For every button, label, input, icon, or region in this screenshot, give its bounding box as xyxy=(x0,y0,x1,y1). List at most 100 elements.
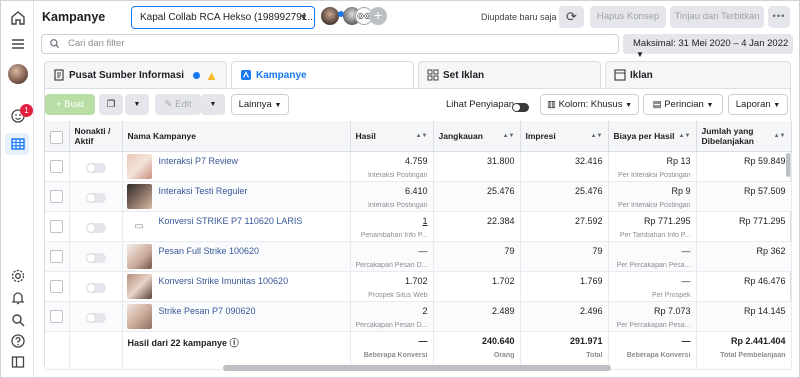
breakdown-label: Perincian xyxy=(664,99,704,110)
campaign-panel: + Buat ❐ ▼ ✎ Edit ▼ Lainnya ▼ Lihat Peny… xyxy=(44,88,792,370)
panel-toggle-icon[interactable] xyxy=(9,353,27,371)
sort-icon: ▲▼ xyxy=(415,133,428,139)
search-icon xyxy=(49,38,60,52)
row-checkbox[interactable] xyxy=(45,241,70,272)
table-row[interactable]: Interaksi P7 Review 4.759 Interaksi Posti… xyxy=(45,151,792,182)
add-collaborator-icon[interactable]: + xyxy=(369,7,387,25)
notification-badge: 1 xyxy=(20,104,33,117)
tab-campaigns[interactable]: Kampanye xyxy=(231,61,414,89)
row-checkbox[interactable] xyxy=(45,301,70,332)
search-icon[interactable] xyxy=(9,311,27,329)
duplicate-dropdown[interactable]: ▼ xyxy=(125,94,149,115)
chevron-down-icon: ▼ xyxy=(773,102,781,109)
table-row[interactable]: Pesan Full Strike 100620 — Percakapan Pes… xyxy=(45,241,792,272)
cost-type: Per Percakapan Pesa... xyxy=(616,261,691,269)
summary-cost: — xyxy=(681,335,691,346)
tab-ad-sets[interactable]: Set Iklan xyxy=(418,61,601,89)
cost-type: Per Prospek xyxy=(651,291,691,299)
reports-button[interactable]: Laporan ▼ xyxy=(728,94,788,115)
ad-thumbnail xyxy=(126,183,152,209)
columns-button[interactable]: ▥ Kolom: Khusus ▼ xyxy=(540,94,639,115)
discard-drafts-button[interactable]: Hapus Konsep xyxy=(590,6,666,28)
document-icon xyxy=(53,69,65,81)
account-selector[interactable]: Kapal Collab RCA Hekso (198992791... ▼ xyxy=(131,6,315,29)
tab-resource-center[interactable]: Pusat Sumber Informasi ▲ xyxy=(44,61,227,89)
select-all-checkbox[interactable] xyxy=(45,121,70,152)
campaign-name-link[interactable]: Interaksi Testi Reguler xyxy=(159,186,248,196)
search-input[interactable]: Cari dan filter xyxy=(41,34,619,54)
ad-thumbnail xyxy=(126,153,152,179)
settings-icon[interactable] xyxy=(9,267,27,285)
row-checkbox[interactable] xyxy=(45,271,70,302)
review-publish-button[interactable]: Tinjau dan Terbitkan xyxy=(670,6,764,28)
row-checkbox[interactable] xyxy=(45,181,70,212)
cost-value: Rp 7.073 xyxy=(653,305,691,316)
results-value[interactable]: 1 xyxy=(356,216,427,226)
more-button[interactable]: Lainnya ▼ xyxy=(231,94,289,115)
home-icon[interactable] xyxy=(9,9,27,27)
campaign-name-link[interactable]: Strike Pesan P7 090620 xyxy=(159,306,256,316)
summary-cost-type: Beberapa Konversi xyxy=(626,351,691,359)
create-button[interactable]: + Buat xyxy=(45,94,95,115)
column-header-spent[interactable]: Jumlah yang Dibelanjakan ▲▼ xyxy=(696,121,792,152)
row-toggle[interactable] xyxy=(69,151,123,182)
row-toggle[interactable] xyxy=(69,301,123,332)
campaign-name-link[interactable]: Pesan Full Strike 100620 xyxy=(159,246,260,256)
reach-value: 79 xyxy=(504,245,515,256)
horizontal-scrollbar[interactable] xyxy=(223,365,611,371)
cost-value: — xyxy=(681,275,691,286)
edit-dropdown[interactable]: ▼ xyxy=(201,94,225,115)
refresh-button[interactable]: ⟳ xyxy=(559,6,584,28)
column-label: Impresi xyxy=(525,130,556,141)
summary-label: Hasil dari 22 kampanye xyxy=(127,337,228,348)
edit-button[interactable]: ✎ Edit xyxy=(155,94,201,115)
table-row[interactable]: Konversi Strike Imunitas 100620 1.702 Pro… xyxy=(45,271,792,302)
column-header-name[interactable]: Nama Kampanye xyxy=(122,121,351,152)
vertical-scrollbar[interactable] xyxy=(786,153,790,177)
results-type: Percakapan Pesan D... xyxy=(355,261,428,269)
campaign-name-link[interactable]: Konversi Strike Imunitas 100620 xyxy=(159,276,289,286)
results-type: Interaksi Postingan xyxy=(367,171,428,179)
row-toggle[interactable] xyxy=(69,241,123,272)
column-header-results[interactable]: Hasil ▲▼ xyxy=(350,121,434,152)
column-header-cost[interactable]: Biaya per Hasil ▲▼ xyxy=(608,121,697,152)
table-row[interactable]: Interaksi Testi Reguler 6.410 Interaksi P… xyxy=(45,181,792,212)
column-header-toggle[interactable]: Nonakti / Aktif xyxy=(69,121,123,152)
table-icon[interactable] xyxy=(9,135,27,153)
table-row[interactable]: ▭ Konversi STRIKE P7 110620 LARIS 1 Penamb… xyxy=(45,211,792,242)
column-label: Jangkauan xyxy=(438,130,483,141)
row-checkbox[interactable] xyxy=(45,211,70,242)
duplicate-button[interactable]: ❐ xyxy=(99,94,123,115)
avatar[interactable] xyxy=(8,64,28,84)
reports-label: Laporan xyxy=(735,99,771,110)
date-range-picker[interactable]: Maksimal: 31 Mei 2020 – 4 Jan 2022 ▼ xyxy=(623,34,793,59)
row-toggle[interactable] xyxy=(69,271,123,302)
campaign-name-link[interactable]: Interaksi P7 Review xyxy=(159,156,239,166)
show-drafts-toggle[interactable] xyxy=(512,99,529,117)
ad-thumbnail xyxy=(126,243,152,269)
info-icon[interactable]: ⓘ xyxy=(230,338,239,348)
sort-icon: ▲▼ xyxy=(773,133,786,139)
table-row[interactable]: Strike Pesan P7 090620 2 Percakapan Pesan… xyxy=(45,301,792,332)
results-type: Percakapan Pesan D... xyxy=(355,321,428,329)
tab-ads[interactable]: Iklan xyxy=(605,61,791,89)
bell-icon[interactable] xyxy=(9,289,27,307)
column-header-reach[interactable]: Jangkauan ▲▼ xyxy=(433,121,521,152)
column-label: Biaya per Hasil xyxy=(613,130,675,141)
help-icon[interactable] xyxy=(9,332,27,350)
menu-icon[interactable] xyxy=(9,35,27,53)
results-value: 6.410 xyxy=(404,185,428,196)
cost-value: — xyxy=(681,245,691,256)
breakdown-button[interactable]: ▤ Perincian ▼ xyxy=(643,94,723,115)
row-toggle[interactable] xyxy=(69,211,123,242)
summary-reach-type: Orang xyxy=(493,351,515,359)
campaign-name-link[interactable]: Konversi STRIKE P7 110620 LARIS xyxy=(159,216,303,226)
row-toggle[interactable] xyxy=(69,181,123,212)
row-checkbox[interactable] xyxy=(45,151,70,182)
more-options-icon[interactable]: ••• xyxy=(768,6,790,28)
results-value: — xyxy=(418,245,428,256)
column-header-impressions[interactable]: Impresi ▲▼ xyxy=(520,121,609,152)
date-range-label: Maksimal: 31 Mei 2020 – 4 Jan 2022 xyxy=(633,38,789,49)
show-drafts-label: Lihat Penyiapan xyxy=(446,99,515,110)
column-label: Jumlah yang Dibelanjakan xyxy=(701,125,754,146)
